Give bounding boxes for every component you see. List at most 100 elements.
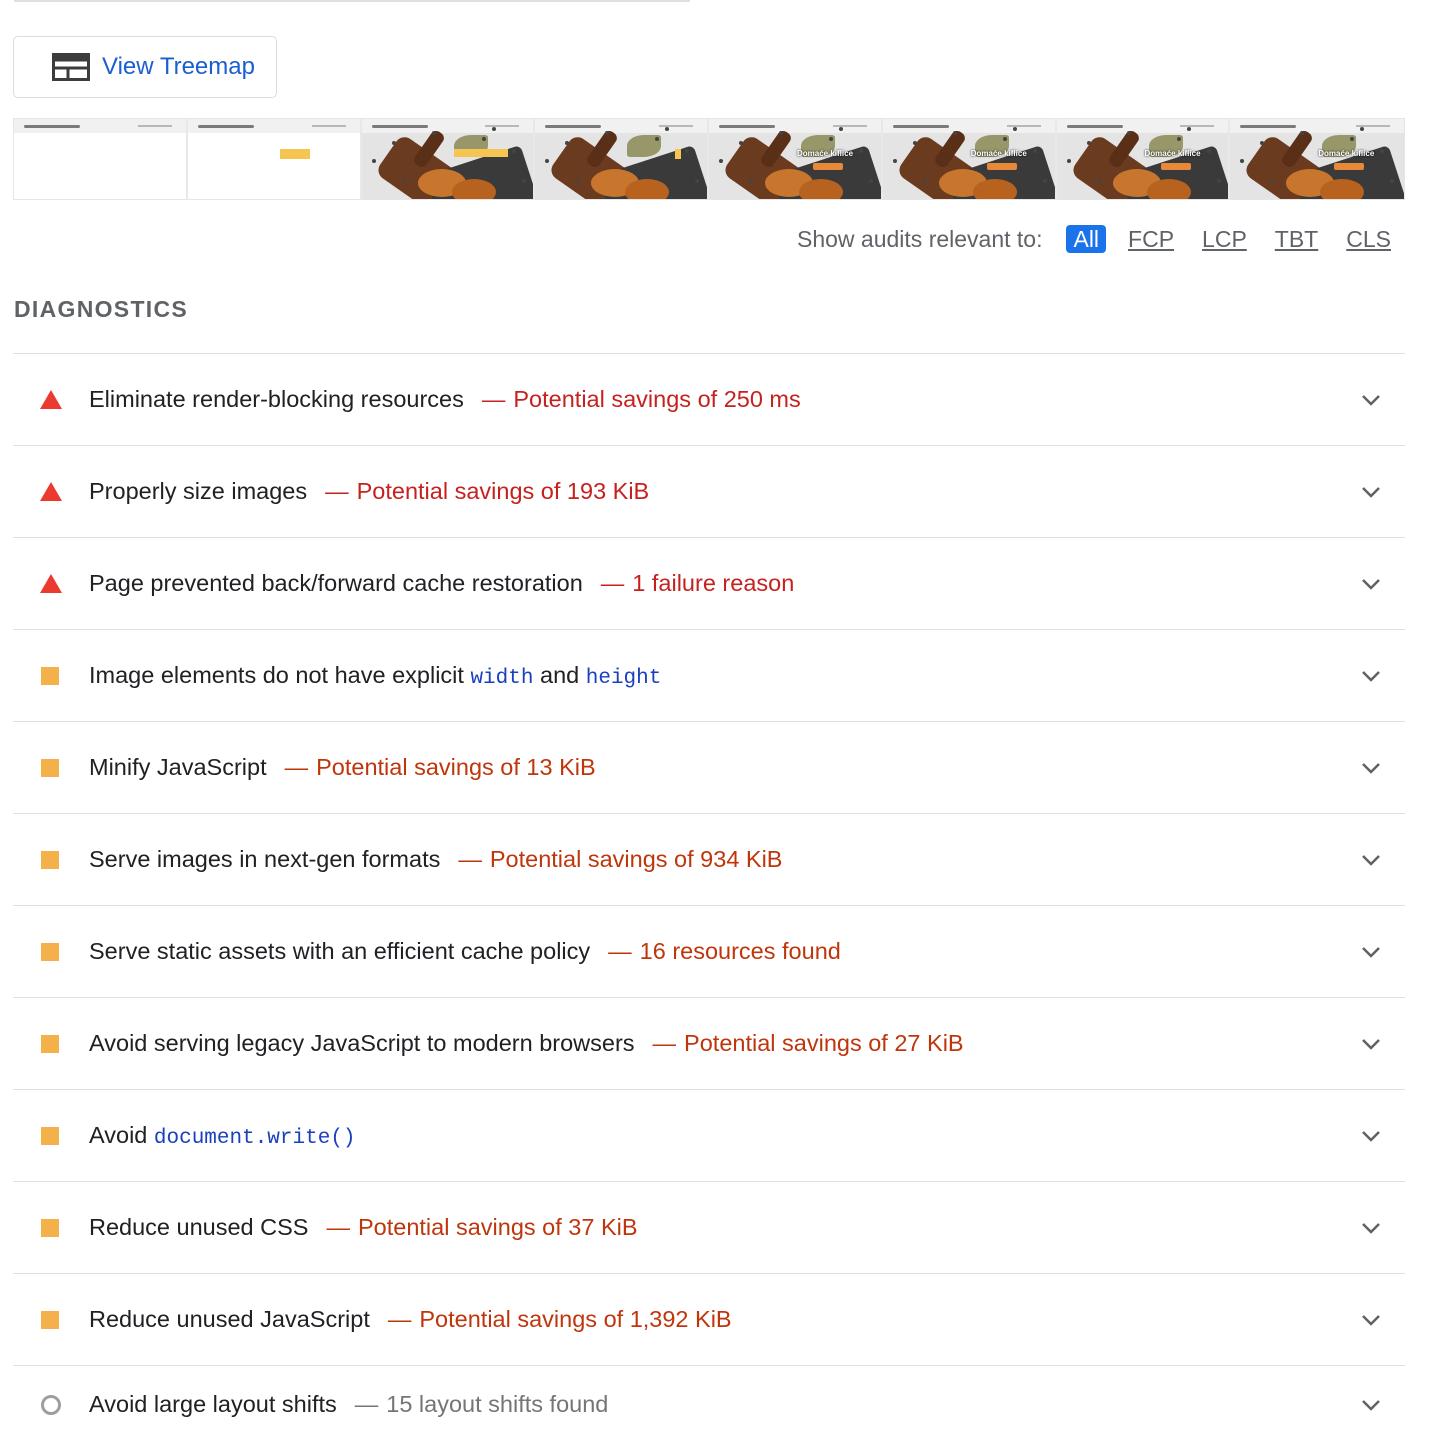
frame-header <box>1056 119 1229 133</box>
audit-title: Serve static assets with an efficient ca… <box>89 938 591 964</box>
chevron-down-icon[interactable] <box>1361 1399 1381 1411</box>
view-treemap-label: View Treemap <box>102 53 255 80</box>
filter-chip-cls[interactable]: CLS <box>1340 224 1397 254</box>
chevron-down-icon[interactable] <box>1361 1314 1381 1326</box>
average-square-icon <box>41 1126 59 1145</box>
frame-header <box>14 119 186 133</box>
frame-placeholder <box>675 149 682 159</box>
audit-status <box>13 1310 89 1329</box>
fail-triangle-icon <box>40 482 62 501</box>
audit-row[interactable]: Avoid serving legacy JavaScript to moder… <box>13 997 1405 1089</box>
audit-row[interactable]: Avoid large layout shifts — 15 layout shif… <box>13 1365 1405 1443</box>
audit-separator: — <box>354 1391 379 1417</box>
chevron-down-icon[interactable] <box>1361 486 1381 498</box>
top-divider <box>14 0 690 2</box>
audit-status <box>13 390 89 409</box>
audit-detail: Potential savings of 37 KiB <box>357 1214 638 1240</box>
view-treemap-button[interactable]: View Treemap <box>13 36 277 98</box>
frame-bread2 <box>972 179 1017 199</box>
frame-bread2 <box>1146 179 1191 199</box>
audit-row[interactable]: Serve static assets with an efficient ca… <box>13 905 1405 997</box>
audit-title: Page prevented back/forward cache restor… <box>89 570 583 596</box>
audit-separator: — <box>325 478 349 504</box>
frame-title: Domaće kiflice <box>970 149 1027 158</box>
audit-status <box>13 574 89 593</box>
chevron-down-icon[interactable] <box>1361 394 1381 406</box>
filter-chip-lcp[interactable]: LCP <box>1196 224 1253 254</box>
frame-crumb <box>401 179 406 183</box>
chevron-down-icon[interactable] <box>1361 1130 1381 1142</box>
chevron-down-icon[interactable] <box>1361 1222 1381 1234</box>
audit-detail: Potential savings of 1,392 KiB <box>419 1306 732 1332</box>
frame-crumb <box>491 127 496 131</box>
frame-header <box>535 119 707 133</box>
audit-detail: Potential savings of 193 KiB <box>356 478 650 504</box>
frame-crumb <box>749 179 753 183</box>
audit-title: Minify JavaScript <box>89 754 267 780</box>
audit-status <box>13 758 89 777</box>
frame-crumb <box>829 137 833 141</box>
average-square-icon <box>41 666 59 685</box>
code-snippet: width <box>470 666 534 690</box>
audit-row[interactable]: Properly size images — Potential savings o… <box>13 445 1405 537</box>
filter-chip-tbt[interactable]: TBT <box>1269 224 1324 254</box>
frame-cta <box>1334 163 1365 170</box>
frame-crumb <box>1086 141 1091 145</box>
filmstrip-frame: Domaće kiflice <box>1056 119 1231 199</box>
filmstrip-frame <box>14 119 188 199</box>
audit-row[interactable]: Avoid document.write() <box>13 1089 1405 1181</box>
frame-header <box>187 119 360 133</box>
audit-row[interactable]: Serve images in next-gen formats — Potenti… <box>13 813 1405 905</box>
chevron-down-icon[interactable] <box>1361 762 1381 774</box>
filmstrip-frame: Domaće kiflice <box>709 119 883 199</box>
fail-triangle-icon <box>40 574 62 593</box>
frame-crumb <box>545 159 550 163</box>
audit-row[interactable]: Reduce unused JavaScript — Potential savin… <box>13 1273 1405 1365</box>
chevron-down-icon[interactable] <box>1361 578 1381 590</box>
audit-title: Reduce unused JavaScript <box>89 1306 370 1332</box>
frame-header <box>1230 119 1404 133</box>
frame-crumb <box>1126 131 1131 135</box>
frame-crumb <box>839 127 843 131</box>
frame-header <box>709 119 881 133</box>
audit-row[interactable]: Page prevented back/forward cache restor… <box>13 537 1405 629</box>
audit-row[interactable]: Eliminate render-blocking resources — Pote… <box>13 353 1405 445</box>
audit-status <box>13 1034 89 1053</box>
chevron-down-icon[interactable] <box>1361 854 1381 866</box>
audit-row[interactable]: Image elements do not have explicit widt… <box>13 629 1405 721</box>
filter-chip-fcp[interactable]: FCP <box>1122 224 1180 254</box>
frame-crumb <box>521 179 526 183</box>
frame-bread2 <box>799 179 843 199</box>
frame-crumb <box>1186 127 1191 131</box>
filter-chip-all[interactable]: All <box>1066 225 1107 253</box>
chevron-down-icon[interactable] <box>1361 946 1381 958</box>
frame-crumb <box>1012 127 1017 131</box>
audit-title: Avoid large layout shifts <box>89 1391 337 1417</box>
audit-detail: Potential savings of 27 KiB <box>684 1030 964 1056</box>
frame-crumb <box>481 137 486 141</box>
audit-separator: — <box>284 754 309 780</box>
average-square-icon <box>41 758 59 777</box>
frame-bread2 <box>451 179 496 199</box>
frame-crumb <box>511 149 516 153</box>
audit-status <box>13 850 89 869</box>
frame-title: Domaće kiflice <box>1318 149 1375 158</box>
audit-detail: 1 failure reason <box>632 570 795 596</box>
audit-row[interactable]: Minify JavaScript — Potential savings of 1… <box>13 721 1405 813</box>
chevron-down-icon[interactable] <box>1361 670 1381 682</box>
audit-row[interactable]: Reduce unused CSS — Potential savings of 3… <box>13 1181 1405 1273</box>
chevron-down-icon[interactable] <box>1361 1038 1381 1050</box>
audit-detail: Potential savings of 13 KiB <box>316 754 596 780</box>
frame-placeholder <box>453 149 508 157</box>
audit-separator: — <box>608 938 632 964</box>
frame-crumb <box>859 149 863 153</box>
audit-status <box>13 942 89 961</box>
average-square-icon <box>41 1310 59 1329</box>
audit-title: Serve images in next-gen formats <box>89 846 441 872</box>
audit-title: Eliminate render-blocking resources <box>89 386 464 412</box>
frame-crumb <box>1042 179 1047 183</box>
frame-cta <box>986 163 1017 170</box>
frame-crumb <box>1206 149 1211 153</box>
treemap-icon <box>52 53 90 81</box>
fail-triangle-icon <box>40 390 62 409</box>
